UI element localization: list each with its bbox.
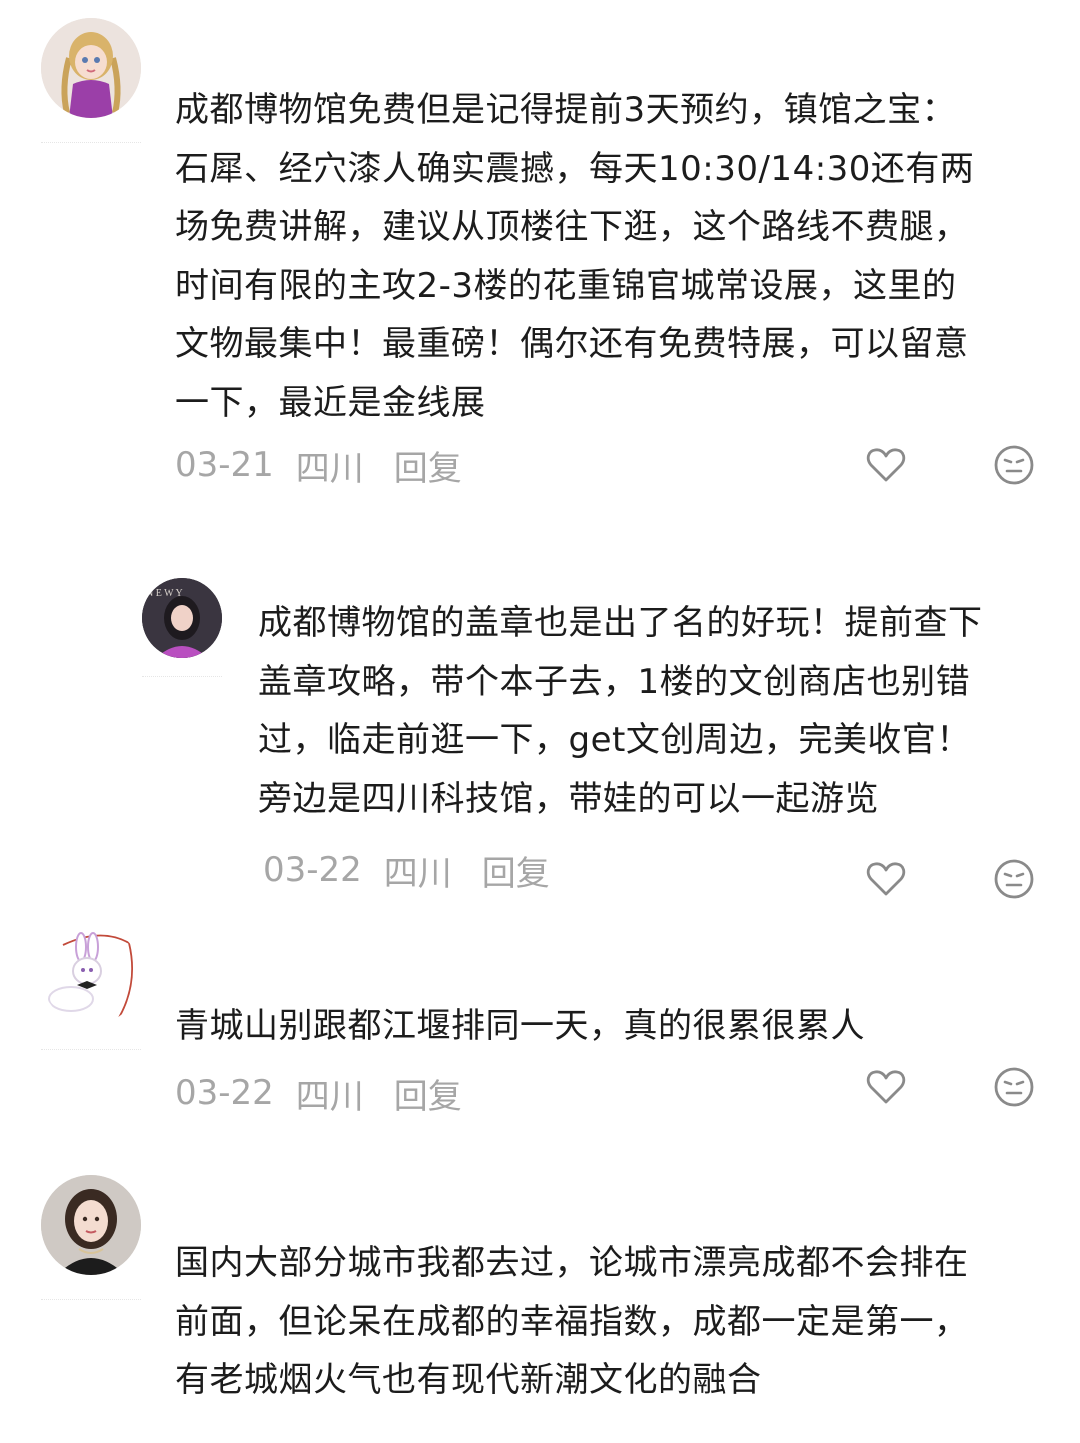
comment-meta: 03-21 四川 回复 [175,441,462,490]
heart-outline-icon [866,448,906,482]
comment-date: 03-22 [263,850,362,890]
comment-region: 四川 [383,853,452,894]
comment-line: 国内大部分城市我都去过，论城市漂亮成都不会排在 [175,1243,969,1283]
comment-line: 旁边是四川科技馆，带娃的可以一起游览 [258,778,879,819]
comment-line: 前面，但论呆在成都的幸福指数，成都一定是第一， [175,1301,969,1342]
meh-face-icon [994,1067,1034,1107]
heart-outline-icon [866,862,906,896]
comment-text: 成都博物馆的盖章也是出了名的好玩！提前查下 盖章攻略，带个本子去，1楼的文创商店… [258,594,983,828]
comment-line: 石犀、经穴漆人确实震撼，每天10:30/14:30还有两 [175,148,975,189]
reply-button[interactable]: 回复 [482,846,550,895]
dislike-button[interactable] [992,857,1036,901]
comment-line: 成都博物馆的盖章也是出了名的好玩！提前查下 [258,603,983,643]
like-button[interactable] [864,857,908,901]
comment-text: 青城山别跟都江堰排同一天，真的很累很累人 [175,997,865,1056]
comment-region: 四川 [295,1076,364,1117]
reply-button[interactable]: 回复 [394,1069,462,1118]
like-button[interactable] [864,1065,908,1109]
comment-line: 盖章攻略，带个本子去，1楼的文创商店也别错 [258,661,971,702]
comment-region: 四川 [295,448,364,489]
avatar-divider [142,676,222,677]
meh-face-icon [994,859,1034,899]
avatar-divider [41,1299,141,1300]
avatar[interactable] [41,18,141,118]
comment-line: 文物最集中！最重磅！偶尔还有免费特展，可以留意 [175,324,969,364]
meh-face-icon [994,445,1034,485]
comment-text: 成都博物馆免费但是记得提前3天预约，镇馆之宝： 石犀、经穴漆人确实震撼，每天10… [175,81,974,432]
comment-line: 有老城烟火气也有现代新潮文化的融合 [175,1360,762,1400]
comment-line: 过，临走前逛一下，get文创周边，完美收官！ [258,720,971,760]
reply-button[interactable]: 回复 [394,441,462,490]
like-button[interactable] [864,443,908,487]
avatar[interactable]: N E W Y [142,578,222,658]
heart-outline-icon [866,1070,906,1104]
avatar-divider [41,142,141,143]
dislike-button[interactable] [992,443,1036,487]
comment-line: 青城山别跟都江堰排同一天，真的很累很累人 [175,1006,865,1046]
comment-text: 国内大部分城市我都去过，论城市漂亮成都不会排在 前面，但论呆在成都的幸福指数，成… [175,1234,969,1410]
avatar-divider [41,1049,141,1050]
comment-date: 03-21 [175,445,274,485]
comment-meta: 03-22 四川 回复 [175,1069,462,1118]
doll-avatar-image [41,18,141,118]
dislike-button[interactable] [992,1065,1036,1109]
woman-avatar-image [41,1175,141,1275]
girl-avatar-image: N E W Y [142,578,222,658]
comment-line: 场免费讲解，建议从顶楼往下逛，这个路线不费腿， [175,207,969,247]
comment-line: 成都博物馆免费但是记得提前3天预约，镇馆之宝： [175,90,957,130]
bunny-avatar-image [41,925,141,1025]
comment-date: 03-22 [175,1073,274,1113]
avatar[interactable] [41,1175,141,1275]
comment-meta: 03-22 四川 回复 [263,846,550,895]
avatar[interactable] [41,925,141,1025]
comment-line: 时间有限的主攻2-3楼的花重锦官城常设展，这里的 [175,265,957,306]
comment-line: 一下，最近是金线展 [175,382,486,423]
